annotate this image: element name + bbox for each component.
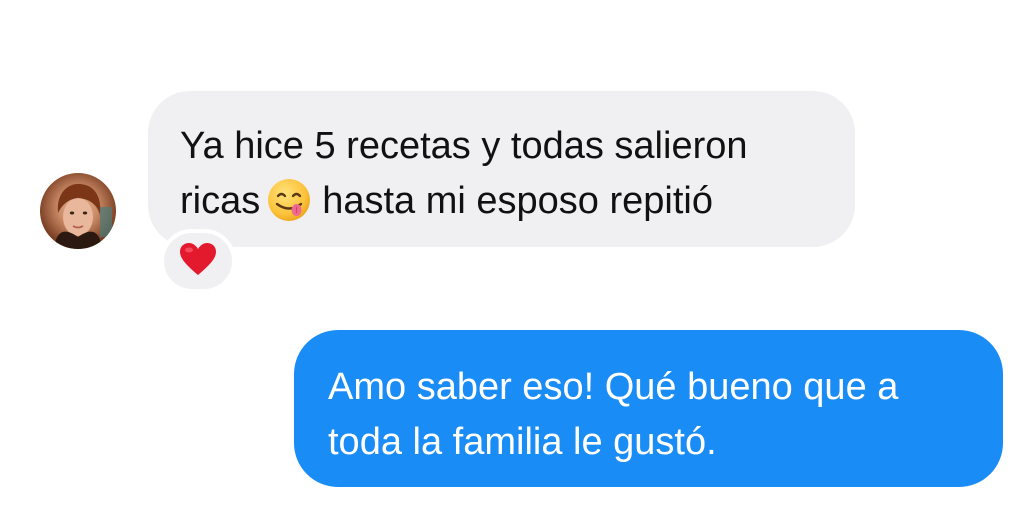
outgoing-message-bubble[interactable]: Amo saber eso! Qué bueno que a toda la f… xyxy=(294,330,1003,487)
incoming-message-line-1: Ya hice 5 recetas y todas salieron xyxy=(180,125,748,167)
incoming-message-bubble[interactable]: Ya hice 5 recetas y todas salieron ricas xyxy=(148,91,855,247)
heart-icon xyxy=(179,242,217,281)
outgoing-message-line-1: Amo saber eso! Qué bueno que a xyxy=(328,366,899,408)
contact-avatar[interactable] xyxy=(40,173,116,249)
incoming-message-text-after-emoji: hasta mi esposo repitió xyxy=(322,180,713,222)
chat-view: Ya hice 5 recetas y todas salieron ricas xyxy=(0,0,1024,505)
incoming-message-text-before-emoji: ricas xyxy=(180,180,261,222)
incoming-message-line-2: ricas hasta mi esposo repitió xyxy=(180,174,823,229)
outgoing-message-line-2: toda la familia le gustó. xyxy=(328,421,717,463)
message-reaction[interactable] xyxy=(160,229,236,293)
face-savoring-food-icon xyxy=(266,177,312,223)
